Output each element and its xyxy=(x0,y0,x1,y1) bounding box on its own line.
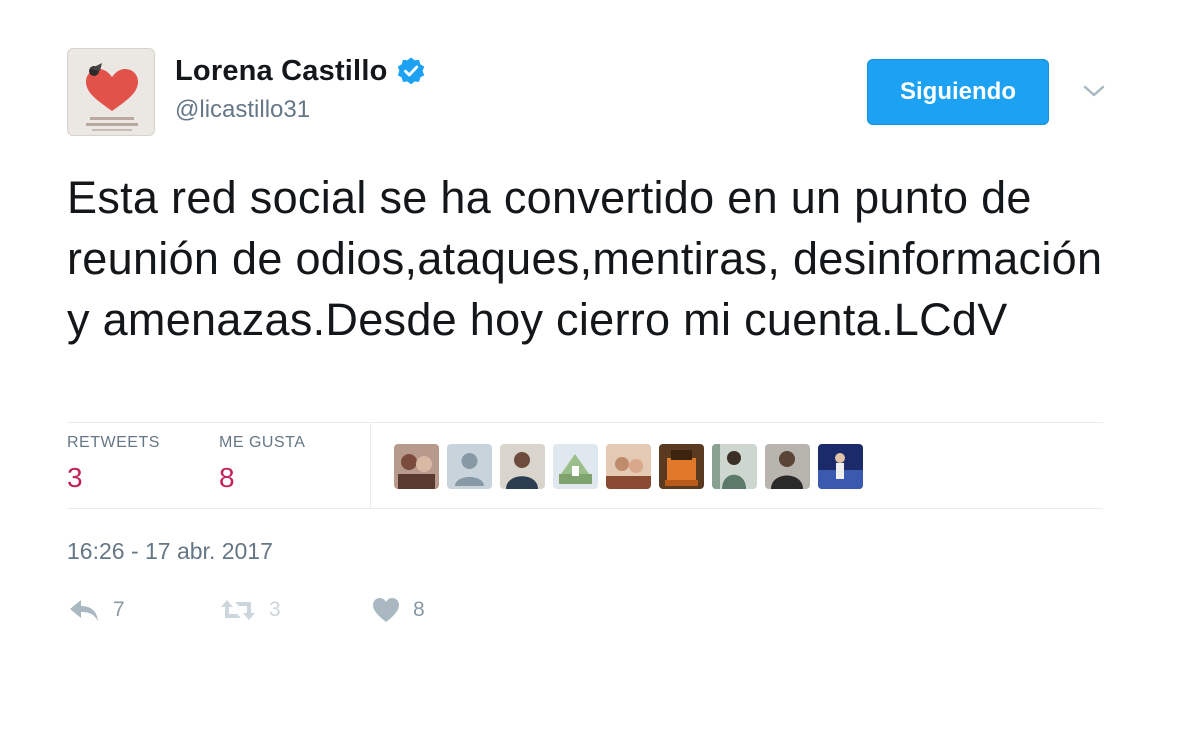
user-name-row[interactable]: Lorena Castillo xyxy=(175,52,426,90)
stats-top-divider xyxy=(67,422,1103,423)
liker-avatar[interactable] xyxy=(659,444,704,489)
liker-avatar[interactable] xyxy=(553,444,598,489)
tweet-text: Esta red social se ha convertido en un p… xyxy=(67,172,1103,345)
reply-count: 7 xyxy=(113,598,125,621)
retweets-label: RETWEETS xyxy=(67,434,160,451)
verified-badge-icon xyxy=(397,57,424,85)
avatar[interactable] xyxy=(67,48,155,136)
likes-label: ME GUSTA xyxy=(219,434,306,451)
liker-avatar[interactable] xyxy=(606,444,651,489)
stats-vertical-divider xyxy=(370,423,371,508)
like-count: 8 xyxy=(413,598,425,621)
tweet-timestamp[interactable]: 16:26 - 17 abr. 2017 xyxy=(67,538,273,565)
liker-avatar[interactable] xyxy=(394,444,439,489)
likes-value: 8 xyxy=(219,462,235,493)
user-handle[interactable]: @licastillo31 xyxy=(175,96,310,124)
following-button[interactable]: Siguiendo xyxy=(867,59,1049,125)
reply-icon[interactable] xyxy=(67,596,101,624)
heart-icon[interactable] xyxy=(371,596,401,624)
retweet-icon[interactable] xyxy=(219,596,257,624)
reply-action[interactable]: 7 xyxy=(67,592,125,628)
likes-stat[interactable]: ME GUSTA 8 xyxy=(219,434,305,494)
retweet-count: 3 xyxy=(269,598,281,621)
display-name[interactable]: Lorena Castillo xyxy=(175,55,388,88)
liker-avatar[interactable] xyxy=(500,444,545,489)
liker-avatar[interactable] xyxy=(712,444,757,489)
liker-avatar[interactable] xyxy=(447,444,492,489)
like-action[interactable]: 8 xyxy=(371,592,425,628)
liker-avatar[interactable] xyxy=(818,444,863,489)
heart-logo-icon xyxy=(68,49,154,135)
chevron-down-icon[interactable] xyxy=(1080,80,1108,102)
retweets-stat[interactable]: RETWEETS 3 xyxy=(67,434,160,494)
stats-bottom-divider xyxy=(67,508,1103,509)
retweet-action[interactable]: 3 xyxy=(219,592,281,628)
retweets-value: 3 xyxy=(67,462,83,493)
liker-avatar[interactable] xyxy=(765,444,810,489)
likers-avatars xyxy=(394,444,863,489)
tweet-card: Lorena Castillo @licastillo31 Siguiendo … xyxy=(0,0,1200,751)
